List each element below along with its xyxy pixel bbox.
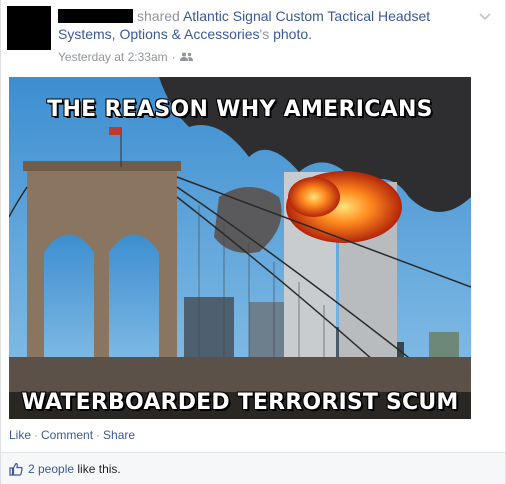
photo-link[interactable]: photo. bbox=[273, 26, 312, 42]
action-separator: · bbox=[96, 428, 101, 442]
post-actions: Like · Comment · Share bbox=[9, 428, 135, 442]
action-text: shared bbox=[137, 8, 180, 24]
avatar[interactable] bbox=[7, 6, 51, 50]
comment-link[interactable]: Comment bbox=[41, 428, 93, 442]
chevron-down-icon[interactable] bbox=[477, 10, 493, 24]
thumbs-up-icon bbox=[9, 462, 23, 476]
likes-summary: 2 people like this. bbox=[1, 452, 505, 484]
post-meta: Yesterday at 2:33am · bbox=[58, 50, 193, 64]
photo-image bbox=[9, 77, 471, 419]
timestamp-link[interactable]: Yesterday at 2:33am bbox=[58, 50, 168, 64]
share-link[interactable]: Share bbox=[103, 428, 135, 442]
meta-separator: · bbox=[171, 50, 176, 64]
likes-suffix: like this. bbox=[77, 461, 121, 476]
likers-link[interactable]: 2 people bbox=[28, 462, 74, 476]
redacted-author-name[interactable] bbox=[58, 9, 133, 23]
post-card: shared Atlantic Signal Custom Tactical H… bbox=[0, 0, 506, 484]
post-header: shared Atlantic Signal Custom Tactical H… bbox=[58, 7, 478, 43]
friends-icon[interactable] bbox=[179, 52, 193, 62]
possessive-text: 's bbox=[259, 26, 270, 42]
top-caption: THE REASON WHY AMERICANS bbox=[46, 96, 433, 123]
bottom-caption: WATERBOARDED TERRORIST SCUM bbox=[21, 389, 459, 416]
action-separator: · bbox=[34, 428, 39, 442]
shared-photo[interactable]: THE REASON WHY AMERICANS WATERBOARDED TE… bbox=[9, 77, 471, 419]
like-link[interactable]: Like bbox=[9, 428, 31, 442]
